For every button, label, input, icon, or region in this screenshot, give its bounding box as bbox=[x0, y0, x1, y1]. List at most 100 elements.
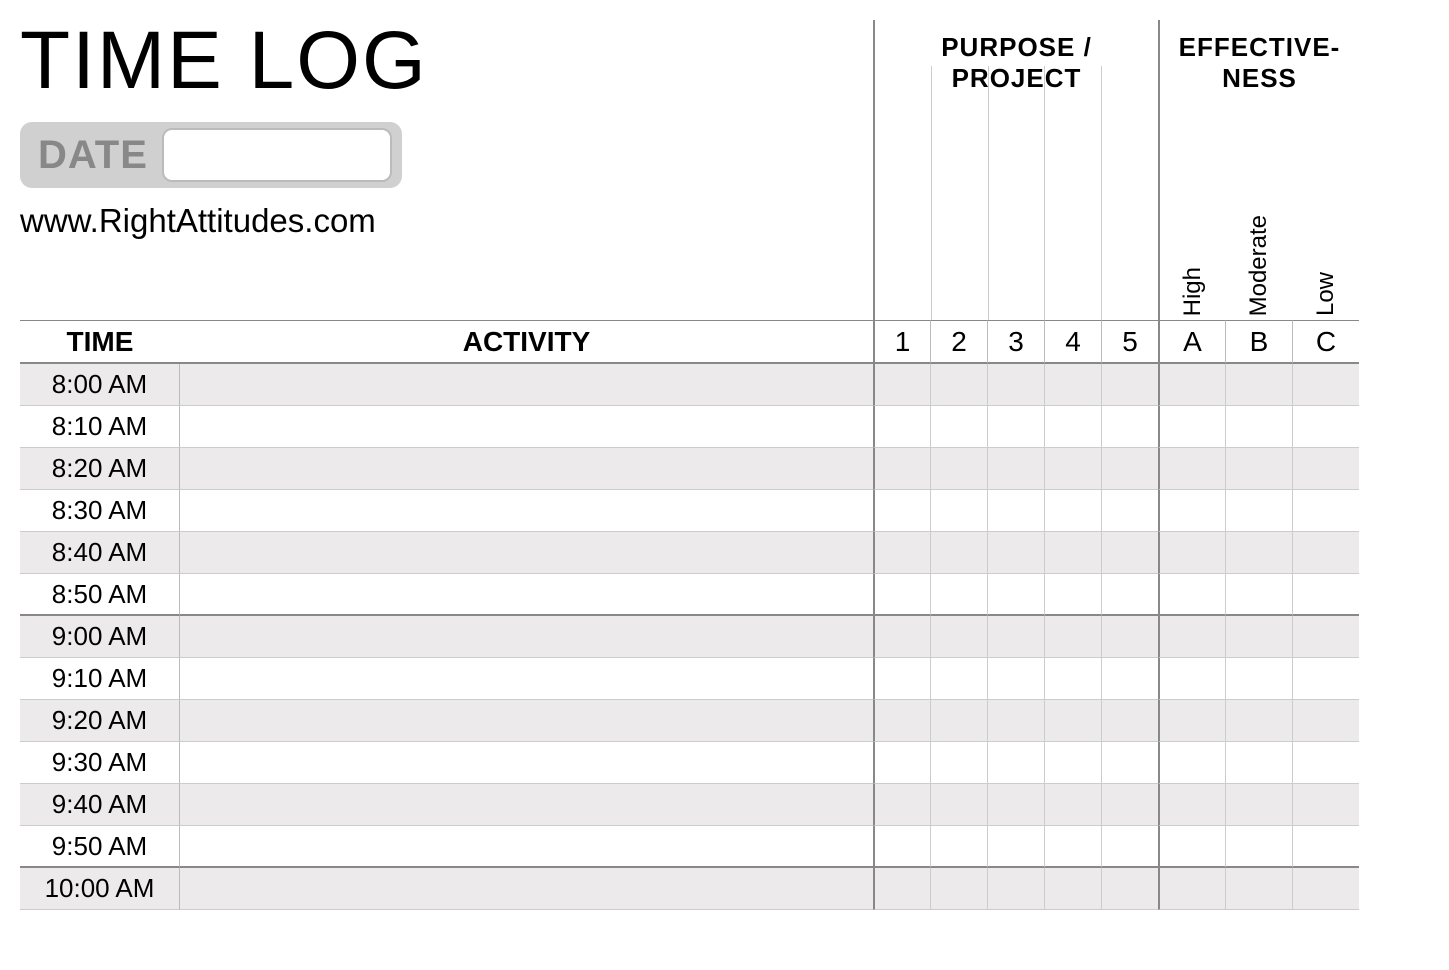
purpose-3-cell[interactable] bbox=[987, 658, 1044, 700]
eff-b-cell[interactable] bbox=[1225, 784, 1292, 826]
purpose-1-cell[interactable] bbox=[873, 700, 930, 742]
purpose-5-cell[interactable] bbox=[1101, 406, 1158, 448]
purpose-2-cell[interactable] bbox=[930, 658, 987, 700]
eff-c-cell[interactable] bbox=[1292, 868, 1359, 910]
activity-cell[interactable] bbox=[180, 532, 873, 574]
eff-a-cell[interactable] bbox=[1158, 616, 1225, 658]
eff-b-cell[interactable] bbox=[1225, 406, 1292, 448]
purpose-4-cell[interactable] bbox=[1044, 574, 1101, 616]
purpose-4-cell[interactable] bbox=[1044, 532, 1101, 574]
eff-a-cell[interactable] bbox=[1158, 364, 1225, 406]
purpose-1-cell[interactable] bbox=[873, 406, 930, 448]
eff-a-cell[interactable] bbox=[1158, 784, 1225, 826]
purpose-2-cell[interactable] bbox=[930, 532, 987, 574]
eff-b-cell[interactable] bbox=[1225, 742, 1292, 784]
purpose-4-cell[interactable] bbox=[1044, 448, 1101, 490]
eff-b-cell[interactable] bbox=[1225, 490, 1292, 532]
eff-a-cell[interactable] bbox=[1158, 532, 1225, 574]
purpose-5-cell[interactable] bbox=[1101, 826, 1158, 868]
purpose-2-cell[interactable] bbox=[930, 364, 987, 406]
eff-a-cell[interactable] bbox=[1158, 658, 1225, 700]
eff-c-cell[interactable] bbox=[1292, 574, 1359, 616]
purpose-4-cell[interactable] bbox=[1044, 826, 1101, 868]
eff-a-cell[interactable] bbox=[1158, 868, 1225, 910]
purpose-1-cell[interactable] bbox=[873, 784, 930, 826]
eff-b-cell[interactable] bbox=[1225, 658, 1292, 700]
purpose-5-cell[interactable] bbox=[1101, 490, 1158, 532]
eff-c-cell[interactable] bbox=[1292, 448, 1359, 490]
eff-b-cell[interactable] bbox=[1225, 700, 1292, 742]
purpose-2-cell[interactable] bbox=[930, 700, 987, 742]
purpose-1-cell[interactable] bbox=[873, 532, 930, 574]
eff-c-cell[interactable] bbox=[1292, 742, 1359, 784]
activity-cell[interactable] bbox=[180, 364, 873, 406]
purpose-5-cell[interactable] bbox=[1101, 700, 1158, 742]
eff-c-cell[interactable] bbox=[1292, 532, 1359, 574]
eff-b-cell[interactable] bbox=[1225, 532, 1292, 574]
purpose-2-cell[interactable] bbox=[930, 826, 987, 868]
eff-c-cell[interactable] bbox=[1292, 490, 1359, 532]
activity-cell[interactable] bbox=[180, 406, 873, 448]
purpose-5-cell[interactable] bbox=[1101, 742, 1158, 784]
eff-c-cell[interactable] bbox=[1292, 616, 1359, 658]
purpose-5-cell[interactable] bbox=[1101, 784, 1158, 826]
purpose-5-cell[interactable] bbox=[1101, 574, 1158, 616]
purpose-4-cell[interactable] bbox=[1044, 742, 1101, 784]
eff-b-cell[interactable] bbox=[1225, 868, 1292, 910]
purpose-2-cell[interactable] bbox=[930, 448, 987, 490]
purpose-4-cell[interactable] bbox=[1044, 406, 1101, 448]
purpose-5-cell[interactable] bbox=[1101, 616, 1158, 658]
eff-a-cell[interactable] bbox=[1158, 826, 1225, 868]
purpose-3-cell[interactable] bbox=[987, 700, 1044, 742]
purpose-1-cell[interactable] bbox=[873, 658, 930, 700]
purpose-1-cell[interactable] bbox=[873, 448, 930, 490]
eff-c-cell[interactable] bbox=[1292, 364, 1359, 406]
purpose-3-cell[interactable] bbox=[987, 406, 1044, 448]
eff-b-cell[interactable] bbox=[1225, 826, 1292, 868]
activity-cell[interactable] bbox=[180, 658, 873, 700]
purpose-3-cell[interactable] bbox=[987, 742, 1044, 784]
purpose-4-cell[interactable] bbox=[1044, 616, 1101, 658]
purpose-1-cell[interactable] bbox=[873, 742, 930, 784]
purpose-1-cell[interactable] bbox=[873, 574, 930, 616]
eff-a-cell[interactable] bbox=[1158, 700, 1225, 742]
activity-cell[interactable] bbox=[180, 700, 873, 742]
purpose-3-cell[interactable] bbox=[987, 364, 1044, 406]
purpose-4-cell[interactable] bbox=[1044, 658, 1101, 700]
purpose-1-cell[interactable] bbox=[873, 364, 930, 406]
date-input[interactable] bbox=[162, 128, 392, 182]
activity-cell[interactable] bbox=[180, 784, 873, 826]
purpose-5-cell[interactable] bbox=[1101, 448, 1158, 490]
purpose-3-cell[interactable] bbox=[987, 490, 1044, 532]
purpose-3-cell[interactable] bbox=[987, 448, 1044, 490]
purpose-2-cell[interactable] bbox=[930, 616, 987, 658]
purpose-3-cell[interactable] bbox=[987, 532, 1044, 574]
purpose-2-cell[interactable] bbox=[930, 574, 987, 616]
eff-c-cell[interactable] bbox=[1292, 406, 1359, 448]
purpose-2-cell[interactable] bbox=[930, 742, 987, 784]
purpose-5-cell[interactable] bbox=[1101, 364, 1158, 406]
purpose-3-cell[interactable] bbox=[987, 574, 1044, 616]
purpose-4-cell[interactable] bbox=[1044, 364, 1101, 406]
purpose-3-cell[interactable] bbox=[987, 868, 1044, 910]
purpose-5-cell[interactable] bbox=[1101, 658, 1158, 700]
activity-cell[interactable] bbox=[180, 574, 873, 616]
activity-cell[interactable] bbox=[180, 616, 873, 658]
purpose-1-cell[interactable] bbox=[873, 868, 930, 910]
eff-c-cell[interactable] bbox=[1292, 658, 1359, 700]
eff-b-cell[interactable] bbox=[1225, 364, 1292, 406]
eff-c-cell[interactable] bbox=[1292, 700, 1359, 742]
eff-b-cell[interactable] bbox=[1225, 448, 1292, 490]
eff-a-cell[interactable] bbox=[1158, 742, 1225, 784]
purpose-4-cell[interactable] bbox=[1044, 868, 1101, 910]
purpose-1-cell[interactable] bbox=[873, 616, 930, 658]
eff-a-cell[interactable] bbox=[1158, 490, 1225, 532]
purpose-4-cell[interactable] bbox=[1044, 784, 1101, 826]
activity-cell[interactable] bbox=[180, 448, 873, 490]
purpose-5-cell[interactable] bbox=[1101, 868, 1158, 910]
eff-b-cell[interactable] bbox=[1225, 616, 1292, 658]
purpose-1-cell[interactable] bbox=[873, 826, 930, 868]
activity-cell[interactable] bbox=[180, 868, 873, 910]
purpose-5-cell[interactable] bbox=[1101, 532, 1158, 574]
eff-a-cell[interactable] bbox=[1158, 406, 1225, 448]
